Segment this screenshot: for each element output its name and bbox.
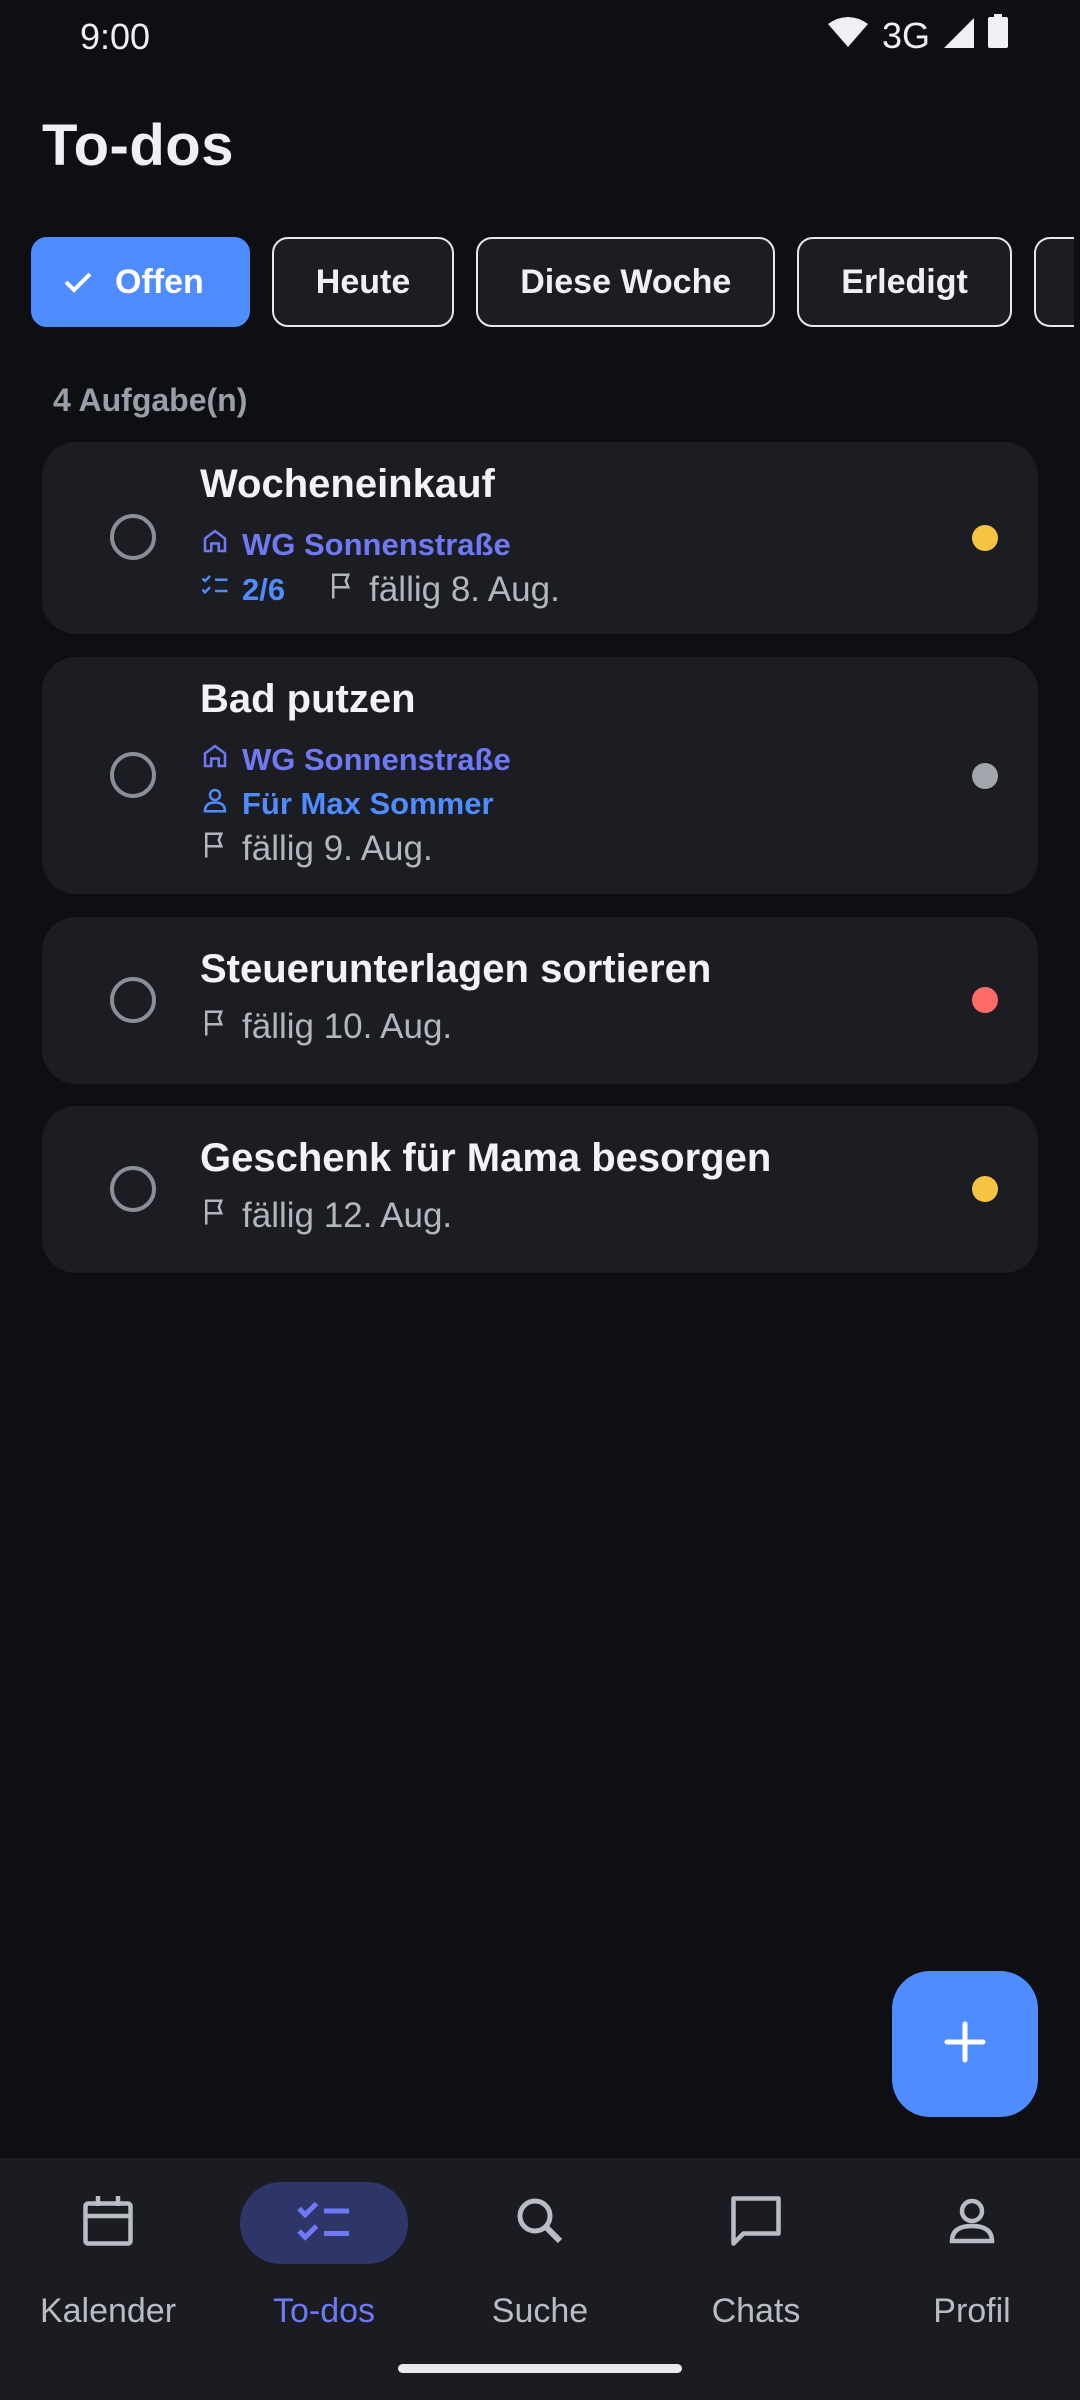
add-task-button[interactable] [892,1971,1038,2117]
task-card[interactable]: Wocheneinkauf WG Sonnenstraße 2/6 fällig… [42,442,1038,634]
task-checkbox[interactable] [110,514,156,560]
filter-chip-label: Erledigt [841,262,968,301]
task-card[interactable]: Geschenk für Mama besorgen fällig 12. Au… [42,1106,1038,1273]
flag-icon [200,829,230,869]
filter-chip-label: Diese Woche [520,262,732,301]
task-group: WG Sonnenstraße [200,526,511,564]
priority-dot [972,987,998,1013]
priority-dot [972,1176,998,1202]
nav-label: Profil [933,2292,1011,2330]
nav-pill [672,2182,840,2264]
filter-chip-label: Heute [315,262,411,301]
page-title: To-dos [42,113,234,178]
battery-icon [988,14,1008,57]
filter-chip-heute[interactable]: Heute [271,237,455,327]
task-assignee-label: Für Max Sommer [242,786,494,821]
task-title: Steuerunterlagen sortieren [200,947,712,991]
task-checkbox[interactable] [110,977,156,1023]
network-type: 3G [881,14,930,56]
nav-item-suche[interactable]: Suche [432,2158,648,2358]
filter-chip-more[interactable] [1033,237,1074,327]
task-due: fällig 9. Aug. [242,829,433,868]
task-checkbox[interactable] [110,752,156,798]
wifi-icon [827,15,868,57]
priority-dot [972,763,998,789]
task-group-label: WG Sonnenstraße [242,527,511,562]
task-count: 4 Aufgabe(n) [53,382,248,418]
filter-chip-diese-woche[interactable]: Diese Woche [476,237,776,327]
home-icon [200,526,230,564]
task-checkbox[interactable] [110,1166,156,1212]
nav-item-chats[interactable]: Chats [648,2158,864,2358]
flag-icon [327,570,357,610]
nav-pill [888,2182,1056,2264]
status-icons: 3G [827,14,1008,57]
task-meta-row: 2/6 fällig 8. Aug. [200,570,560,610]
chat-icon [726,2191,786,2256]
task-card[interactable]: Steuerunterlagen sortieren fällig 10. Au… [42,917,1038,1084]
task-title: Wocheneinkauf [200,462,495,506]
calendar-icon [78,2191,138,2256]
person-icon [200,785,230,823]
nav-pill [24,2182,192,2264]
checklist-icon [294,2191,354,2256]
priority-dot [972,525,998,551]
flag-icon [200,1196,230,1236]
checklist-icon [200,570,230,610]
nav-item-kalender[interactable]: Kalender [0,2158,216,2358]
plus-icon [943,2020,987,2069]
task-meta-row: fällig 10. Aug. [200,1007,452,1047]
task-meta-row: fällig 9. Aug. [200,829,433,869]
subtask-progress: 2/6 [242,572,286,607]
check-icon [63,270,93,294]
filter-chip-erledigt[interactable]: Erledigt [797,237,1012,327]
nav-label: Suche [491,2292,589,2330]
status-time: 9:00 [80,16,151,57]
search-icon [510,2191,570,2256]
flag-icon [200,1007,230,1047]
nav-item-profil[interactable]: Profil [864,2158,1080,2358]
task-meta-row: fällig 12. Aug. [200,1196,452,1236]
nav-pill [240,2182,408,2264]
home-icon [200,741,230,779]
nav-label: Chats [711,2292,801,2330]
signal-icon [944,15,974,57]
task-group: WG Sonnenstraße [200,741,511,779]
task-assignee: Für Max Sommer [200,785,494,823]
filter-chip-label: Offen [115,262,204,301]
task-group-label: WG Sonnenstraße [242,742,511,777]
task-title: Bad putzen [200,677,416,721]
task-card[interactable]: Bad putzen WG Sonnenstraße Für Max Somme… [42,657,1038,894]
filter-chip-offen[interactable]: Offen [31,237,250,327]
nav-pill [456,2182,624,2264]
nav-label: To-dos [272,2292,376,2330]
task-due: fällig 12. Aug. [242,1196,453,1235]
filter-chips: Offen Heute Diese Woche Erledigt [31,237,1074,327]
task-due: fällig 8. Aug. [369,570,560,609]
task-due: fällig 10. Aug. [242,1007,453,1046]
nav-item-todos[interactable]: To-dos [216,2158,432,2358]
profile-icon [942,2191,1002,2256]
nav-label: Kalender [39,2292,177,2330]
home-indicator[interactable] [398,2364,682,2373]
task-title: Geschenk für Mama besorgen [200,1136,772,1180]
